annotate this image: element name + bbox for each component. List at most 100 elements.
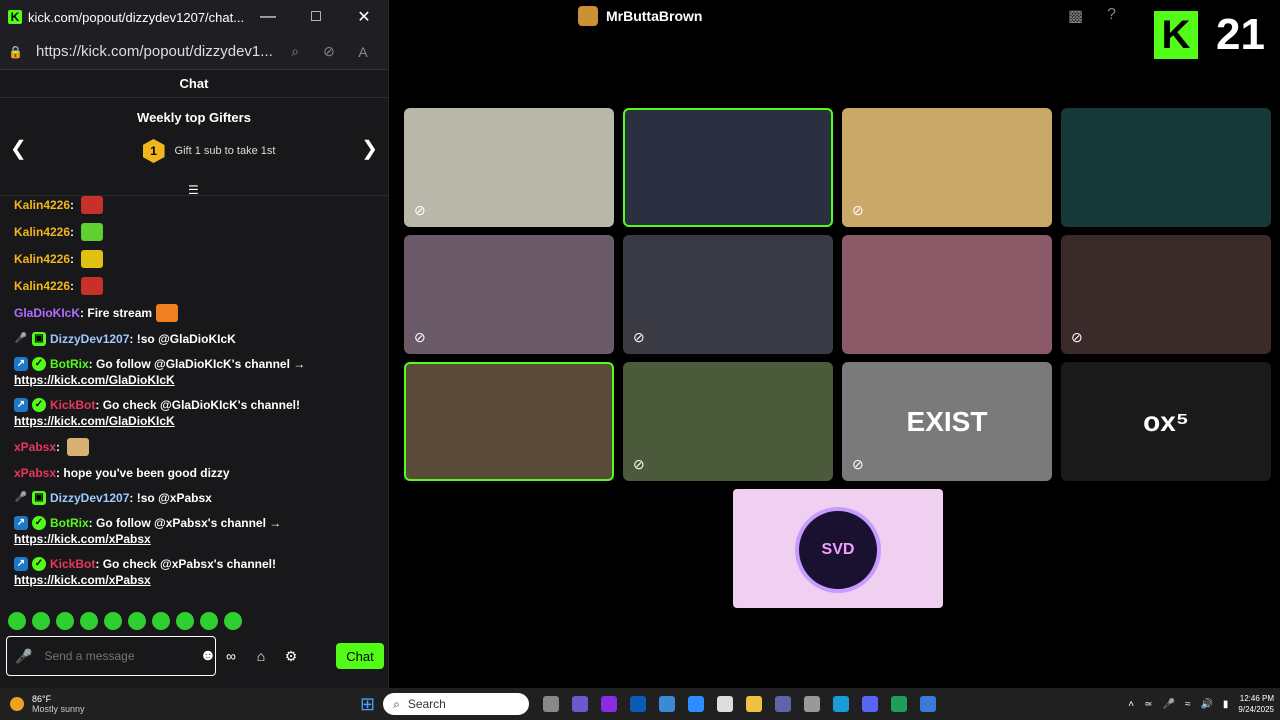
- zoom-icon[interactable]: ⌕: [278, 43, 312, 60]
- emote-icon[interactable]: [81, 223, 104, 241]
- app-icon[interactable]: [572, 696, 589, 712]
- emote-icon[interactable]: [152, 612, 170, 630]
- participant-tile[interactable]: ⊘: [404, 235, 614, 354]
- chat-separator: :: [70, 198, 78, 212]
- participant-tile-logo[interactable]: SVD: [733, 489, 943, 608]
- chevron-right-icon[interactable]: ❯: [361, 136, 378, 161]
- chat-message-list[interactable]: Kalin4226: Kalin4226: Kalin4226: Kalin42…: [0, 188, 388, 606]
- emote-icon[interactable]: [176, 612, 194, 630]
- emote-icon[interactable]: [104, 612, 122, 630]
- volume-icon[interactable]: 🔊: [1200, 699, 1212, 710]
- tracking-prevention-icon[interactable]: ⊘: [312, 43, 346, 60]
- chat-message: ↗ ✓ BotRix: Go follow @xPabsx's channel → h…: [14, 515, 374, 547]
- chat-username[interactable]: GlaDioKIcK: [14, 305, 80, 321]
- emote-icon[interactable]: [56, 612, 74, 630]
- discord-icon[interactable]: [862, 696, 879, 712]
- app-icon[interactable]: [601, 696, 618, 712]
- emote-icon[interactable]: [224, 612, 242, 630]
- emote-icon[interactable]: [32, 612, 50, 630]
- participant-tile[interactable]: ⊘: [623, 362, 833, 481]
- time: 12:46 PM: [1239, 694, 1274, 703]
- network-icon[interactable]: ≃: [1144, 699, 1152, 710]
- app-icon[interactable]: [717, 696, 734, 712]
- read-aloud-icon[interactable]: A: [346, 44, 380, 60]
- app-icon[interactable]: [659, 696, 676, 712]
- chat-username[interactable]: Kalin4226: [14, 197, 70, 213]
- chat-username[interactable]: xPabsx: [14, 439, 56, 455]
- zoom-icon[interactable]: [688, 696, 705, 712]
- clock[interactable]: 12:46 PM 9/24/2025: [1238, 693, 1274, 715]
- chat-username[interactable]: Kalin4226: [14, 278, 70, 294]
- maximize-button[interactable]: □: [292, 8, 340, 26]
- chat-separator: :: [70, 252, 78, 266]
- chat-username[interactable]: Kalin4226: [14, 251, 70, 267]
- channel-link[interactable]: https://kick.com/GlaDioKIcK: [14, 372, 374, 388]
- chevron-up-icon[interactable]: ˄: [1128, 699, 1134, 710]
- emote-icon[interactable]: [81, 250, 104, 268]
- participant-tile[interactable]: ⊘: [842, 108, 1052, 227]
- rank-badge: 1: [142, 139, 165, 163]
- minimize-button[interactable]: —: [244, 8, 292, 26]
- channel-link[interactable]: https://kick.com/xPabsx: [14, 572, 374, 588]
- lock-icon[interactable]: 🔒: [8, 45, 28, 59]
- overlay-number: 21: [1216, 10, 1265, 59]
- settings-icon[interactable]: [804, 696, 821, 712]
- taskbar-search[interactable]: ⌕ Search: [383, 693, 530, 715]
- users-icon[interactable]: ∞: [216, 648, 246, 664]
- windows-start-icon[interactable]: ⊞: [360, 694, 375, 715]
- hp-icon[interactable]: [630, 696, 647, 712]
- emote-icon[interactable]: [200, 612, 218, 630]
- wifi-icon[interactable]: ≈: [1185, 699, 1191, 710]
- chat-text: !so @xPabsx: [136, 491, 212, 505]
- url-text[interactable]: https://kick.com/popout/dizzydev1...: [28, 43, 278, 60]
- message-input[interactable]: [44, 649, 200, 663]
- app-icon[interactable]: [543, 696, 560, 712]
- chevron-left-icon[interactable]: ❮: [10, 136, 27, 161]
- participant-tile[interactable]: ⊘: [623, 235, 833, 354]
- emote-icon[interactable]: [81, 277, 104, 295]
- emote-icon[interactable]: [81, 196, 104, 214]
- app-icon[interactable]: [891, 696, 908, 712]
- participant-tile[interactable]: [1061, 108, 1271, 227]
- emote-icon[interactable]: [8, 612, 26, 630]
- gear-icon[interactable]: ⚙: [276, 648, 306, 665]
- bot-badge-icon: ↗: [14, 357, 28, 371]
- emote-icon[interactable]: [80, 612, 98, 630]
- chat-username[interactable]: DizzyDev1207: [50, 331, 129, 347]
- mic-icon[interactable]: 🎤: [1162, 699, 1174, 710]
- chat-username[interactable]: BotRix: [50, 515, 89, 531]
- battery-icon[interactable]: ▮: [1223, 699, 1229, 710]
- channel-link[interactable]: https://kick.com/GlaDioKIcK: [14, 413, 374, 429]
- app-icon[interactable]: [920, 696, 937, 712]
- channel-link[interactable]: https://kick.com/xPabsx: [14, 531, 374, 547]
- chat-username[interactable]: DizzyDev1207: [50, 490, 129, 506]
- chat-username[interactable]: BotRix: [50, 356, 89, 372]
- close-button[interactable]: ✕: [340, 7, 388, 27]
- chat-username[interactable]: Kalin4226: [14, 224, 70, 240]
- folder-icon[interactable]: [746, 696, 763, 712]
- participant-tile[interactable]: ⊘: [404, 108, 614, 227]
- weather-widget[interactable]: 86°F Mostly sunny: [10, 694, 340, 714]
- emote-icon[interactable]: [156, 304, 179, 322]
- store-icon[interactable]: ⌂: [246, 648, 276, 664]
- cast-icon[interactable]: ▩: [1068, 6, 1083, 26]
- chat-username[interactable]: KickBot: [50, 397, 95, 413]
- emote-icon[interactable]: [67, 438, 90, 456]
- mic-muted-icon: ⊘: [414, 202, 426, 218]
- edge-icon[interactable]: [833, 696, 850, 712]
- teams-icon[interactable]: [775, 696, 792, 712]
- help-icon[interactable]: ?: [1107, 6, 1116, 26]
- participant-tile[interactable]: [842, 235, 1052, 354]
- emoji-icon[interactable]: ☻: [199, 647, 216, 665]
- chat-username[interactable]: xPabsx: [14, 465, 56, 481]
- participant-tile[interactable]: [404, 362, 614, 481]
- participant-tile[interactable]: ox⁵: [1061, 362, 1271, 481]
- participant-tile[interactable]: [623, 108, 833, 227]
- emote-icon[interactable]: [128, 612, 146, 630]
- chat-username[interactable]: KickBot: [50, 556, 95, 572]
- system-tray: ˄ ≃ 🎤 ≈ 🔊 ▮ 12:46 PM 9/24/2025: [1128, 693, 1274, 715]
- chat-message: 🎤 ▣ DizzyDev1207: !so @GlaDioKIcK: [14, 331, 374, 347]
- participant-tile[interactable]: EXIST ⊘: [842, 362, 1052, 481]
- send-chat-button[interactable]: Chat: [336, 643, 384, 669]
- participant-tile[interactable]: ⊘: [1061, 235, 1271, 354]
